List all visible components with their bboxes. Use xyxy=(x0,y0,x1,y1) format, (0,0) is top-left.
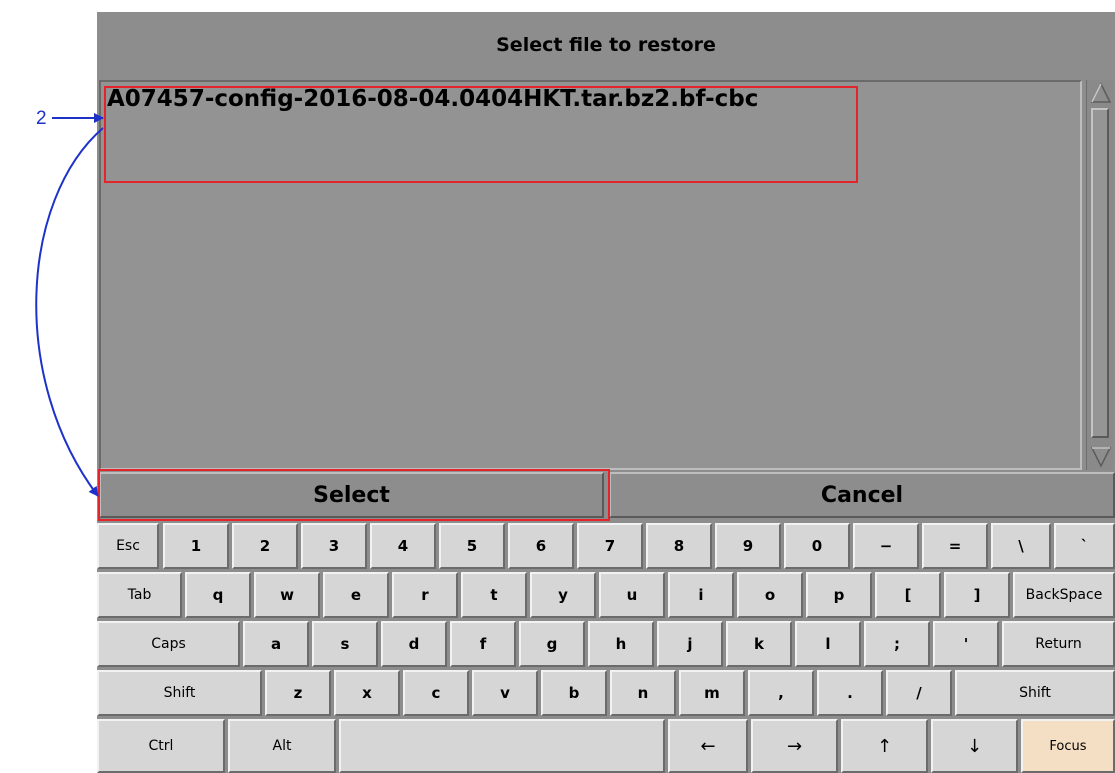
connector-arrow xyxy=(35,127,104,497)
annotation-arrows xyxy=(35,113,104,497)
